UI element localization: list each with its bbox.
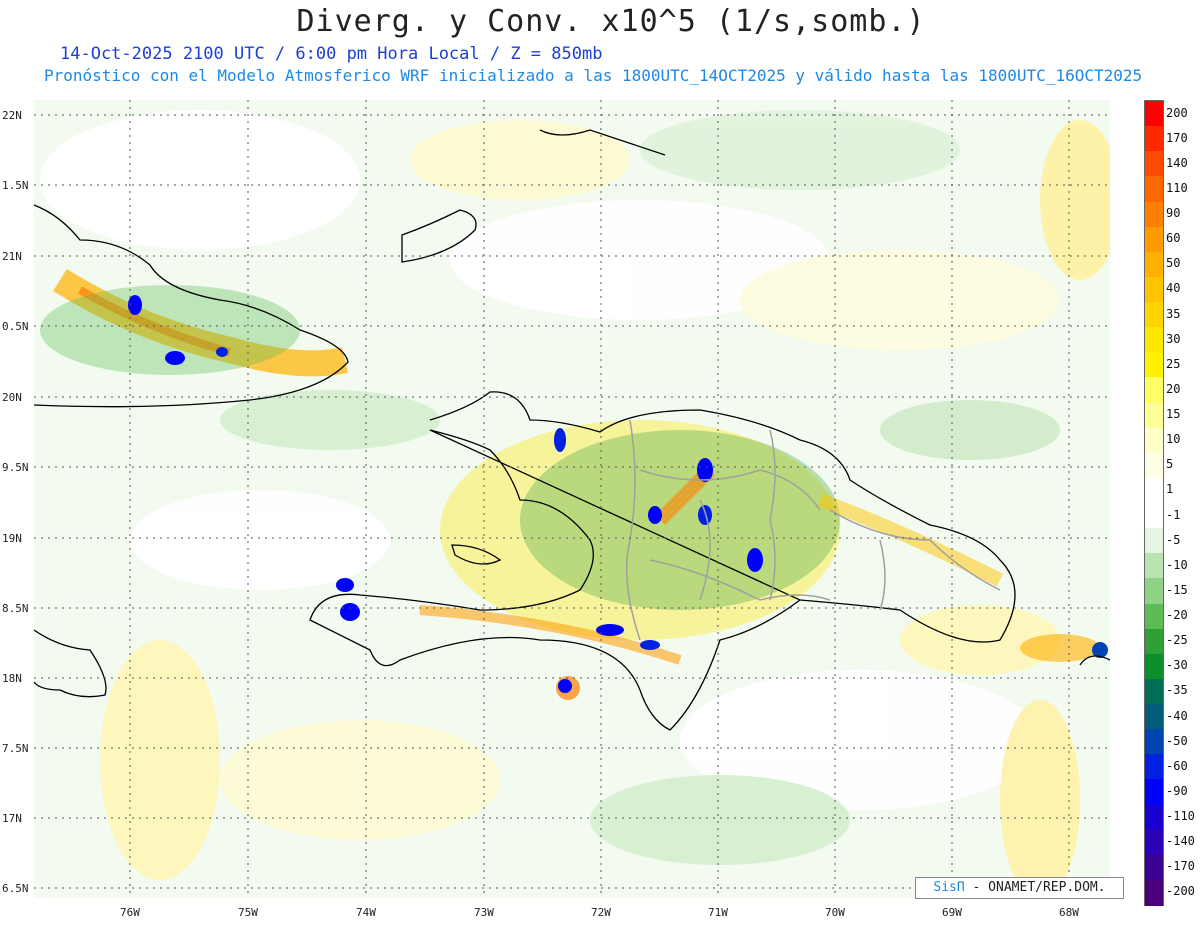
colorbar-labels: 200 170 140 110 90 60 50 40 35 30 25 20 15 10 5 1 -1 -5 -1… — [1162, 100, 1200, 906]
colorbar-swatch — [1145, 804, 1163, 831]
colorbar-swatch — [1145, 402, 1163, 429]
colorbar-label: 35 — [1166, 306, 1181, 321]
colorbar-label: -60 — [1166, 758, 1188, 773]
colorbar-swatch — [1145, 126, 1163, 152]
lat-label: 7.5N — [2, 742, 29, 755]
credit-box: SisΠ - ONAMET/REP.DOM. — [915, 877, 1124, 899]
lat-label: 6.5N — [2, 882, 29, 895]
colorbar-swatch — [1145, 829, 1163, 856]
colorbar-label: -10 — [1166, 557, 1188, 572]
colorbar-label: 15 — [1166, 407, 1181, 422]
colorbar-swatch — [1145, 553, 1163, 579]
colorbar-swatch — [1145, 578, 1163, 604]
colorbar-swatch — [1145, 528, 1163, 554]
lat-label: 0.5N — [2, 320, 29, 333]
lat-label: 9.5N — [2, 461, 29, 474]
colorbar-label: -5 — [1166, 532, 1181, 547]
colorbar-label: 30 — [1166, 331, 1181, 346]
colorbar-label: 10 — [1166, 432, 1181, 447]
colorbar-label: -40 — [1166, 708, 1188, 723]
colorbar-swatch — [1145, 302, 1163, 328]
longitude-labels: 76W 75W 74W 73W 72W 71W 70W 69W 68W — [120, 906, 1079, 919]
colorbar-swatch — [1145, 101, 1163, 127]
colorbar-label: 60 — [1166, 231, 1181, 246]
colorbar-label: -50 — [1166, 733, 1188, 748]
colorbar-swatch — [1145, 477, 1163, 504]
lat-label: 1.5N — [2, 179, 29, 192]
colorbar-swatch — [1145, 754, 1163, 780]
lon-label: 72W — [591, 906, 611, 919]
colorbar-swatch — [1145, 628, 1163, 655]
colorbar-label: 140 — [1166, 155, 1188, 170]
lon-label: 70W — [825, 906, 845, 919]
colorbar-label: 90 — [1166, 206, 1181, 221]
lon-label: 71W — [708, 906, 728, 919]
lon-label: 74W — [356, 906, 376, 919]
colorbar-swatch — [1145, 251, 1163, 278]
colorbar-swatch — [1145, 352, 1163, 378]
valid-time-line: 14-Oct-2025 2100 UTC / 6:00 pm Hora Loca… — [60, 44, 603, 64]
colorbar-swatch — [1145, 151, 1163, 177]
colorbar-swatch — [1145, 503, 1163, 529]
colorbar-label: 5 — [1166, 457, 1174, 472]
colorbar-swatch — [1145, 377, 1163, 403]
colorbar-swatch — [1145, 452, 1163, 479]
colorbar-label: 200 — [1166, 105, 1188, 120]
colorbar-label: -110 — [1166, 809, 1195, 824]
lat-label: 22N — [2, 109, 22, 122]
colorbar-label: -30 — [1166, 658, 1188, 673]
latitude-labels: 22N 1.5N 21N 0.5N 20N 9.5N 19N 8.5N 18N … — [2, 109, 29, 895]
forecast-map: 22N 1.5N 21N 0.5N 20N 9.5N 19N 8.5N 18N … — [2, 100, 1110, 919]
colorbar-label: 20 — [1166, 381, 1181, 396]
colorbar-swatch — [1145, 779, 1163, 805]
credit-text: - ONAMET/REP.DOM. — [972, 880, 1106, 895]
map-title: Diverg. y Conv. x10^5 (1/s,somb.) — [296, 4, 926, 39]
colorbar-swatch — [1145, 879, 1163, 906]
colorbar-label: 110 — [1166, 180, 1188, 195]
lat-label: 17N — [2, 812, 22, 825]
colorbar-swatch — [1145, 729, 1163, 755]
colorbar-label: -15 — [1166, 582, 1188, 597]
colorbar-label: -200 — [1166, 884, 1195, 899]
lat-label: 19N — [2, 532, 22, 545]
lon-label: 73W — [474, 906, 494, 919]
colorbar-label: -90 — [1166, 783, 1188, 798]
lat-label: 18N — [2, 672, 22, 685]
lat-label: 21N — [2, 250, 22, 263]
colorbar-label: -35 — [1166, 683, 1188, 698]
colorbar-label: -25 — [1166, 633, 1188, 648]
lat-label: 8.5N — [2, 602, 29, 615]
colorbar-label: -140 — [1166, 834, 1195, 849]
colorbar-label: -1 — [1166, 507, 1181, 522]
lon-label: 68W — [1059, 906, 1079, 919]
colorbar-swatch — [1145, 678, 1163, 705]
colorbar-swatch — [1145, 276, 1163, 303]
colorbar-swatch — [1145, 176, 1163, 202]
colorbar-swatch — [1145, 427, 1163, 454]
colorbar-swatch — [1145, 603, 1163, 630]
lon-label: 69W — [942, 906, 962, 919]
colorbar-swatch — [1145, 327, 1163, 353]
colorbar-label: -170 — [1166, 859, 1195, 874]
colorbar-swatch — [1145, 201, 1163, 228]
colorbar-label: 40 — [1166, 281, 1181, 296]
model-info-line: Pronóstico con el Modelo Atmosferico WRF… — [44, 66, 1143, 85]
colorbar — [1144, 100, 1164, 906]
colorbar-swatch — [1145, 653, 1163, 680]
colorbar-label: 170 — [1166, 130, 1188, 145]
lon-label: 76W — [120, 906, 140, 919]
colorbar-swatch — [1145, 854, 1163, 881]
sispi-logo: SisΠ — [933, 880, 965, 895]
lat-label: 20N — [2, 391, 22, 404]
colorbar-label: 25 — [1166, 356, 1181, 371]
lon-label: 75W — [238, 906, 258, 919]
colorbar-label: 50 — [1166, 256, 1181, 271]
colorbar-label: 1 — [1166, 482, 1174, 497]
colorbar-swatch — [1145, 704, 1163, 730]
colorbar-swatch — [1145, 226, 1163, 253]
colorbar-label: -20 — [1166, 608, 1188, 623]
